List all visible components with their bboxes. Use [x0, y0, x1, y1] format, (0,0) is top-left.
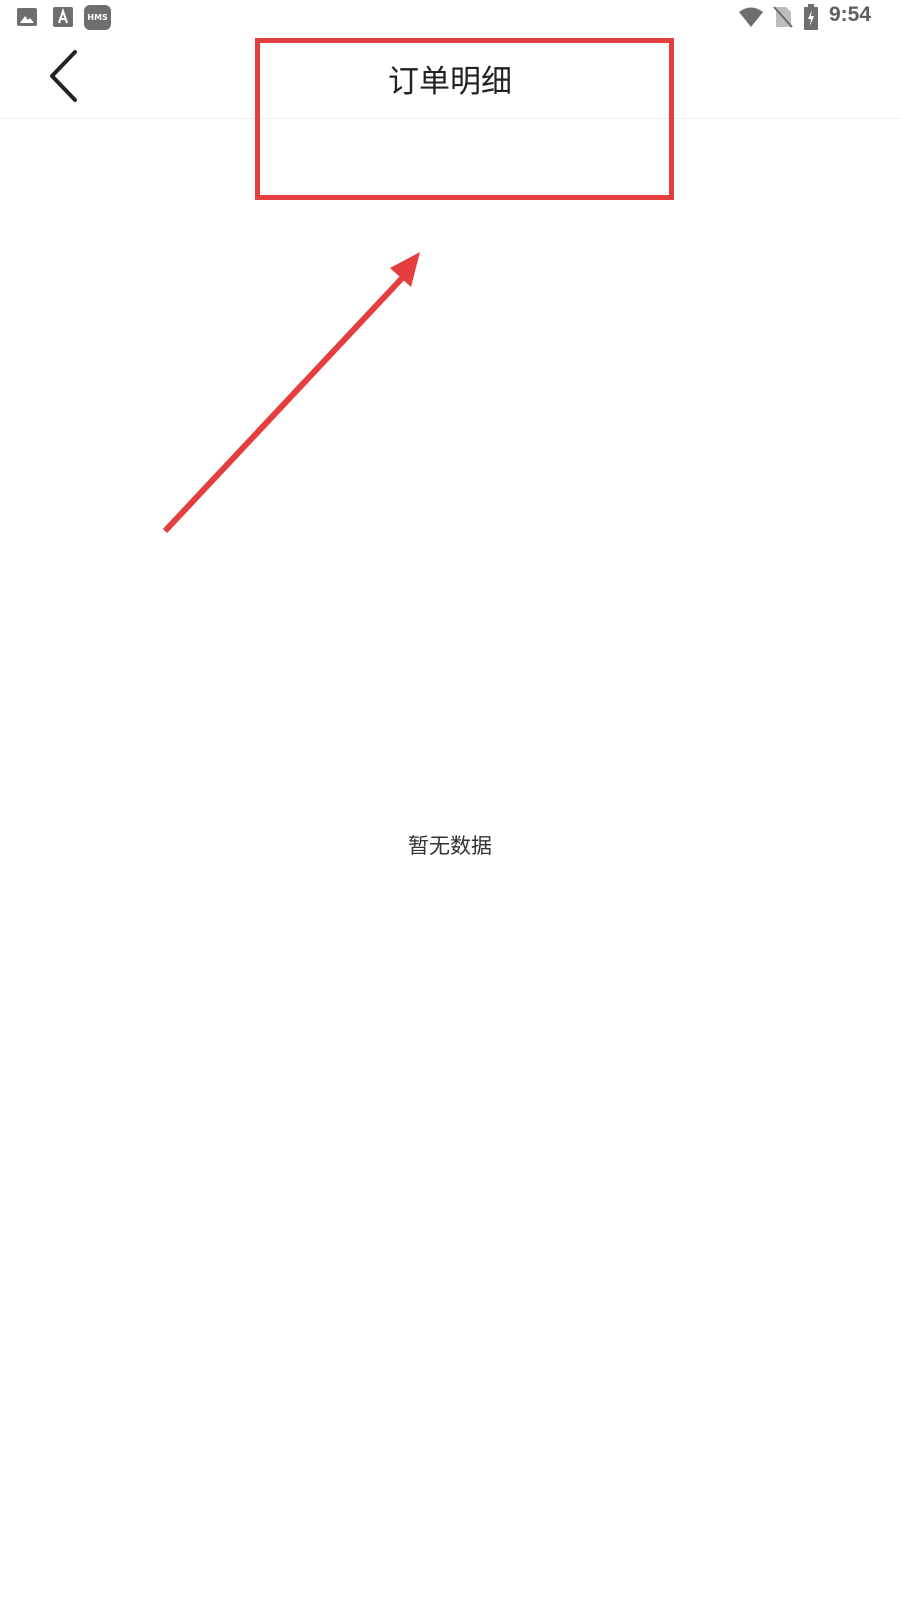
status-time: 9:54 — [829, 3, 872, 26]
gallery-icon — [17, 8, 37, 26]
annotation-highlight-box — [255, 38, 674, 200]
wifi-icon — [739, 7, 763, 27]
no-sim-icon — [773, 6, 793, 28]
battery-charging-icon — [804, 4, 818, 30]
empty-state-text: 暂无数据 — [408, 834, 492, 858]
back-button[interactable] — [40, 48, 90, 104]
status-bar: HMS 9:54 — [0, 0, 900, 36]
annotation-arrow — [162, 252, 420, 534]
chevron-left-icon — [50, 50, 77, 102]
hms-icon: HMS — [84, 5, 111, 30]
font-icon — [53, 7, 73, 27]
